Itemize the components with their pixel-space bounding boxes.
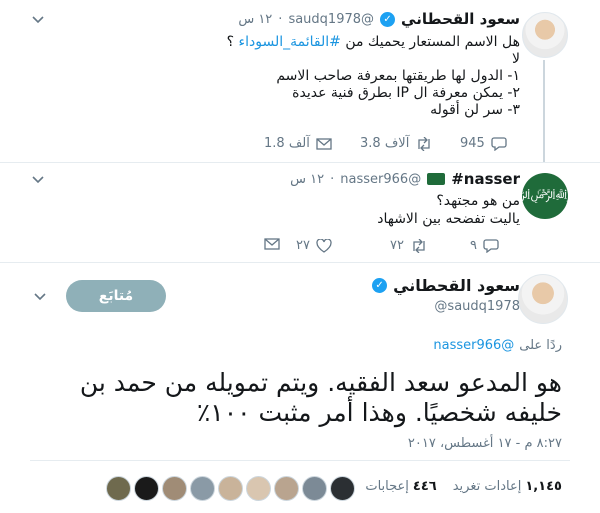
tweet-header: nasser# @nasser966 · ١٢ س	[290, 170, 520, 188]
tweet-header: سعود القحطاني ✓ @saudq1978 · ١٢ س	[238, 10, 520, 28]
tweet-text-line: ٣- سر لن أقوله	[430, 102, 520, 118]
tweet-text-line: ياليت تفضحه بين الاشهاد	[377, 211, 520, 227]
reply-icon	[491, 136, 507, 151]
like-count: 1.8 آلف	[264, 136, 310, 151]
retweet-icon	[415, 136, 433, 151]
tweet-text-line: خليفه شخصيًا. وهذا أمر مثبت ١٠٠٪	[196, 398, 562, 427]
tweet-main-text: هو المدعو سعد الفقيه. ويتم تمويله من حمد…	[2, 368, 562, 428]
liker-avatar[interactable]	[246, 476, 271, 501]
user-handle[interactable]: @saudq1978	[434, 299, 520, 314]
retweets-stat[interactable]: ١,١٤٥ إعادات تغريد	[453, 479, 562, 494]
thread-line	[543, 60, 545, 162]
reply-button[interactable]: ٩	[470, 238, 499, 253]
dot: ·	[278, 11, 283, 27]
liker-avatar[interactable]	[162, 476, 187, 501]
liker-avatar[interactable]	[190, 476, 215, 501]
retweets-count: ١,١٤٥	[525, 479, 562, 494]
liker-avatar[interactable]	[302, 476, 327, 501]
retweet-button[interactable]: ٧٢	[390, 238, 428, 253]
user-name[interactable]: nasser#	[451, 170, 520, 188]
tweet-text-line: هل الاسم المستعار يحميك من #القائمة_السو…	[227, 33, 520, 52]
likes-stat[interactable]: ٤٤٦ إعجابات	[365, 479, 436, 494]
likes-count: ٤٤٦	[412, 479, 437, 494]
divider	[0, 262, 600, 263]
like-button[interactable]: ٢٧	[296, 238, 332, 253]
question-mark: ؟	[226, 34, 235, 50]
tweet-text-line: من هو مجتهد؟	[436, 193, 520, 209]
reply-context: ردًا على @nasser966	[433, 338, 562, 353]
reply-prefix: ردًا على	[519, 338, 562, 353]
tweet-stats: ١,١٤٥ إعادات تغريد ٤٤٦ إعجابات	[365, 479, 562, 494]
verified-icon: ✓	[380, 11, 396, 27]
liker-avatar[interactable]	[330, 476, 355, 501]
liker-avatar[interactable]	[218, 476, 243, 501]
tweet-text-line: هو المدعو سعد الفقيه. ويتم تمويله من حمد…	[79, 368, 562, 397]
chevron-down-icon[interactable]	[32, 291, 48, 303]
reply-count: ٩	[470, 238, 477, 253]
chevron-down-icon[interactable]	[30, 174, 46, 186]
likes-label: إعجابات	[365, 479, 409, 494]
avatar[interactable]: ﷽	[522, 173, 568, 219]
tweet-header: سعود القحطاني ✓	[372, 276, 520, 295]
retweet-count: 3.8 آلاف	[360, 136, 410, 151]
avatar[interactable]	[518, 274, 568, 324]
liker-avatar[interactable]	[274, 476, 299, 501]
liker-avatar[interactable]	[134, 476, 159, 501]
reply-to-link[interactable]: @nasser966	[433, 338, 514, 353]
flag-emblem-icon: ﷽	[522, 185, 568, 207]
question-text: هل الاسم المستعار يحميك من	[345, 34, 520, 50]
heart-icon	[316, 238, 332, 253]
dot: ·	[330, 171, 335, 187]
message-button[interactable]	[264, 238, 280, 250]
retweet-count: ٧٢	[390, 238, 404, 253]
verified-icon: ✓	[372, 278, 388, 293]
divider	[30, 460, 570, 461]
reply-icon	[483, 238, 499, 253]
user-name[interactable]: سعود القحطاني	[393, 276, 520, 295]
timestamp[interactable]: ١٢ س	[290, 172, 324, 187]
following-button[interactable]: مُتابَع	[66, 280, 166, 312]
liker-avatar[interactable]	[106, 476, 131, 501]
divider	[0, 162, 600, 163]
hashtag-link[interactable]: #القائمة_السوداء	[239, 34, 341, 50]
reply-button[interactable]: 945	[460, 136, 507, 151]
envelope-icon	[264, 238, 280, 250]
like-count: ٢٧	[296, 238, 310, 253]
envelope-icon	[316, 137, 332, 150]
retweet-button[interactable]: 3.8 آلاف	[360, 136, 433, 151]
retweets-label: إعادات تغريد	[452, 479, 522, 494]
user-name[interactable]: سعود القحطاني	[401, 10, 520, 28]
avatar[interactable]	[522, 12, 568, 58]
chevron-down-icon[interactable]	[30, 14, 46, 26]
user-handle[interactable]: @saudq1978	[288, 12, 374, 27]
like-button[interactable]: 1.8 آلف	[264, 136, 332, 151]
reply-count: 945	[460, 136, 485, 151]
flag-icon	[427, 173, 446, 185]
tweet-timestamp[interactable]: ٨:٢٧ م - ١٧ أغسطس، ٢٠١٧	[408, 436, 562, 451]
timestamp[interactable]: ١٢ س	[238, 12, 272, 27]
retweet-icon	[410, 238, 428, 253]
user-handle[interactable]: @nasser966	[340, 172, 421, 187]
